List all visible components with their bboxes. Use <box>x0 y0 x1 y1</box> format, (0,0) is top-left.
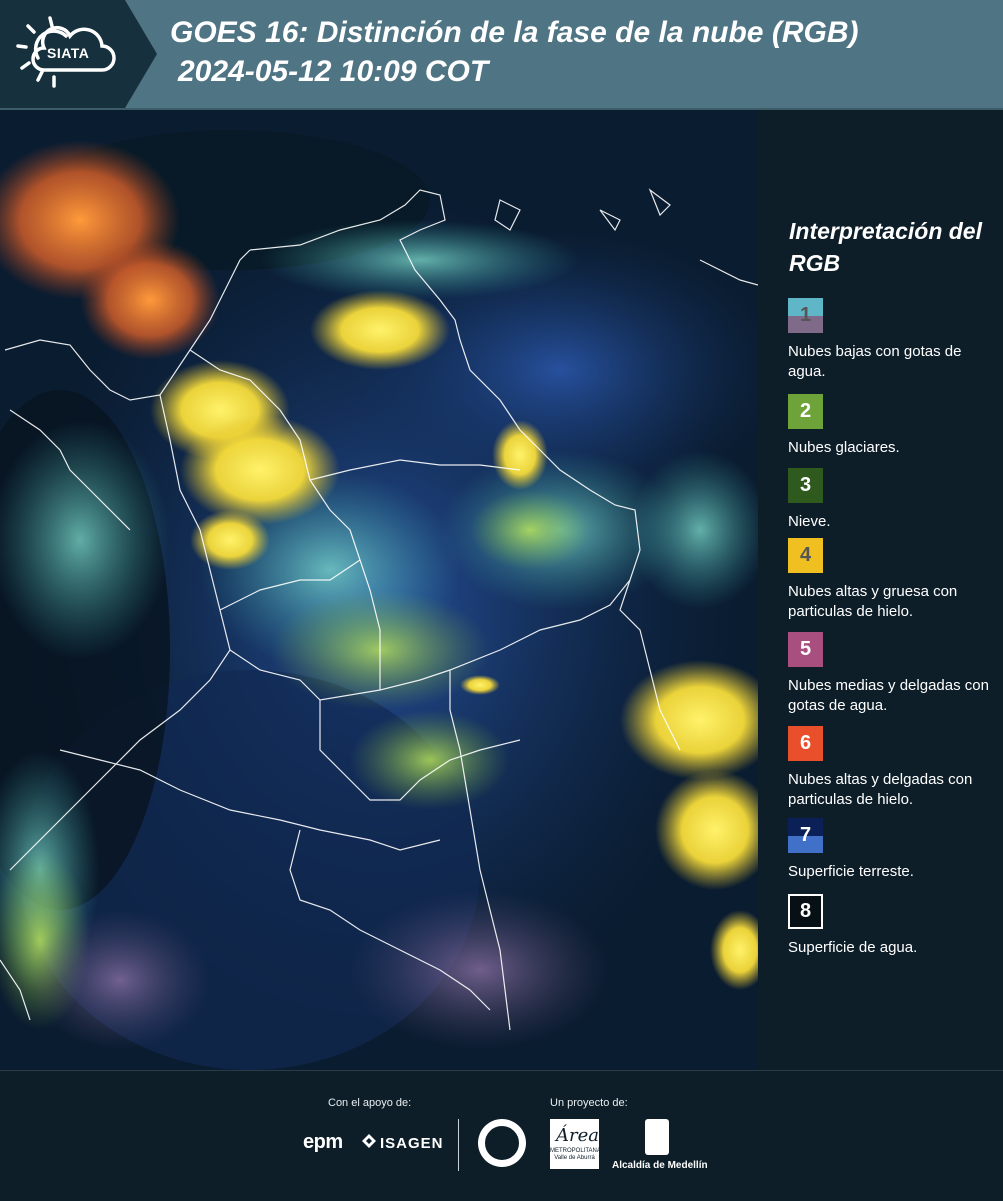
legend-label: Superficie de agua. <box>788 939 918 956</box>
project-caption: Un proyecto de: <box>550 1097 628 1109</box>
legend-item-6: 6 Nubes altas y delgadas con particulas … <box>788 726 1000 810</box>
medellin-seal-logo <box>478 1119 526 1167</box>
logo-chevron <box>125 0 157 108</box>
legend-number: 6 <box>799 732 812 754</box>
legend-item-2: 2 Nubes glaciares. <box>788 394 1000 458</box>
legend-item-3: 3 Nieve. <box>788 468 1000 532</box>
rgb-composite-image <box>0 110 758 1070</box>
isagen-logo: ISAGEN <box>380 1135 444 1152</box>
legend-swatch-6: 6 <box>788 726 823 761</box>
logo-text: SIATA <box>47 45 90 61</box>
legend-label: Nubes altas y delgadas con particulas de… <box>788 771 973 808</box>
legend-swatch-1: 1 <box>788 298 823 333</box>
support-caption: Con el apoyo de: <box>328 1097 412 1109</box>
isagen-icon <box>362 1134 376 1148</box>
siata-logo: SIATA <box>0 0 125 108</box>
legend-item-7: 7 Superficie terreste. <box>788 818 1000 882</box>
legend-item-1: 1 Nubes bajas con gotas de agua. <box>788 298 1000 382</box>
legend-number: 3 <box>799 474 812 496</box>
header-bar: SIATA GOES 16: Distinción de la fase de … <box>0 0 1003 110</box>
legend-number: 5 <box>799 638 812 660</box>
medellin-logo-text: Alcaldía de Medellín <box>612 1160 708 1171</box>
legend-number: 7 <box>799 824 812 846</box>
legend-number: 2 <box>799 400 812 422</box>
legend-panel: Interpretación del RGB 1 Nubes bajas con… <box>760 110 1003 1070</box>
legend-label: Nubes medias y delgadas con gotas de agu… <box>788 677 989 714</box>
medellin-shield-icon <box>645 1119 669 1155</box>
legend-swatch-4: 4 <box>788 538 823 573</box>
legend-number: 4 <box>799 544 812 566</box>
area-text: METROPOLITANA Valle de Aburrá <box>550 1148 601 1161</box>
seal-inner <box>484 1125 520 1161</box>
epm-logo: epm <box>303 1131 343 1153</box>
legend-number: 8 <box>799 900 812 922</box>
legend-swatch-5: 5 <box>788 632 823 667</box>
legend-swatch-3: 3 <box>788 468 823 503</box>
footer-divider <box>458 1119 459 1171</box>
legend-label: Superficie terreste. <box>788 863 914 880</box>
legend-label: Nubes glaciares. <box>788 439 900 456</box>
satellite-map[interactable] <box>0 110 758 1070</box>
area-metropolitana-logo: Área METROPOLITANA Valle de Aburrá <box>550 1119 601 1169</box>
legend-item-5: 5 Nubes medias y delgadas con gotas de a… <box>788 632 1000 716</box>
legend-swatch-8: 8 <box>788 894 823 929</box>
page-title: GOES 16: Distinción de la fase de la nub… <box>170 16 859 49</box>
legend-label: Nieve. <box>788 513 831 530</box>
legend-swatch-2: 2 <box>788 394 823 429</box>
legend-label: Nubes altas y gruesa con particulas de h… <box>788 583 958 620</box>
legend-swatch-7: 7 <box>788 818 823 853</box>
legend-label: Nubes bajas con gotas de agua. <box>788 343 962 380</box>
footer: Con el apoyo de: Un proyecto de: epm ISA… <box>0 1070 1003 1201</box>
legend-item-4: 4 Nubes altas y gruesa con particulas de… <box>788 538 1000 622</box>
timestamp: 2024-05-12 10:09 COT <box>178 55 489 88</box>
legend-item-8: 8 Superficie de agua. <box>788 894 1000 958</box>
area-script: Área <box>556 1125 599 1146</box>
legend-number: 1 <box>799 304 812 326</box>
legend-title: Interpretación del RGB <box>789 218 982 276</box>
